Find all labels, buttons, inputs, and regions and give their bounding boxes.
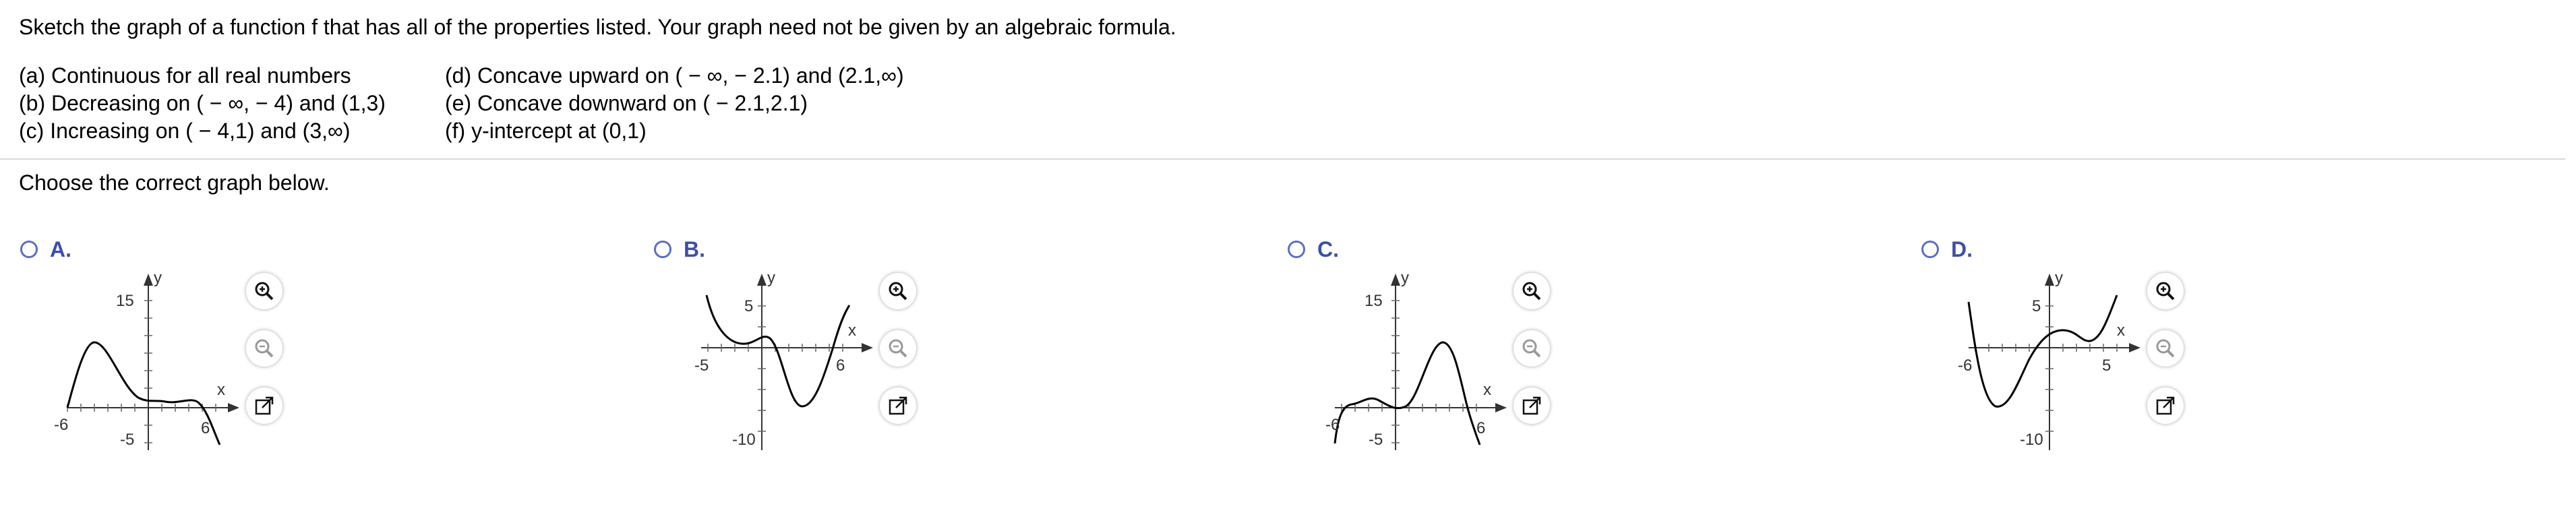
option-a-open-button[interactable] xyxy=(246,387,282,424)
option-a[interactable]: A. xyxy=(20,236,71,263)
option-a-label: A. xyxy=(50,237,71,261)
option-b-open-button[interactable] xyxy=(880,387,916,424)
tick-y-max: 15 xyxy=(1365,292,1383,310)
instruction: Choose the correct graph below. xyxy=(19,170,330,195)
tick-x-min: -6 xyxy=(1958,356,1972,375)
axis-x-label: x xyxy=(848,321,856,340)
property-a: (a) Continuous for all real numbers xyxy=(19,63,351,88)
y-axis-arrow xyxy=(144,274,153,286)
option-c-zoom-in-button[interactable] xyxy=(1514,273,1550,309)
property-f: (f) y-intercept at (0,1) xyxy=(445,119,647,143)
open-external-icon xyxy=(2156,396,2175,415)
zoom-out-icon xyxy=(255,339,274,358)
tick-y-min: -5 xyxy=(120,431,134,449)
axis-x-label: x xyxy=(2117,321,2125,340)
zoom-in-icon xyxy=(1522,282,1541,301)
option-b-curve xyxy=(705,294,851,408)
tick-x-max: 6 xyxy=(201,419,210,437)
zoom-out-icon xyxy=(1522,339,1541,358)
option-a-zoom-in-button[interactable] xyxy=(246,273,282,309)
option-d-curve xyxy=(1967,294,2118,408)
tick-y-min: -10 xyxy=(2020,431,2043,449)
zoom-in-icon xyxy=(2156,282,2175,301)
property-b: (b) Decreasing on ( − ∞, − 4) and (1,3) xyxy=(19,91,386,115)
option-c[interactable]: C. xyxy=(1288,236,1339,263)
zoom-out-icon xyxy=(889,339,907,358)
option-a-curve xyxy=(66,341,221,445)
option-d-radio[interactable] xyxy=(1921,241,1939,258)
zoom-out-icon xyxy=(2156,339,2175,358)
properties-left: (a) Continuous for all real numbers (b) … xyxy=(19,62,386,145)
option-a-radio[interactable] xyxy=(20,241,38,258)
open-external-icon xyxy=(255,396,274,415)
axis-y-label: y xyxy=(2055,269,2063,287)
axis-y-label: y xyxy=(1401,269,1409,287)
option-c-zoom-out-button[interactable] xyxy=(1514,330,1550,367)
option-d[interactable]: D. xyxy=(1921,236,1973,263)
tick-y-min: -10 xyxy=(732,431,756,449)
option-c-open-button[interactable] xyxy=(1514,387,1550,424)
property-c: (c) Increasing on ( − 4,1) and (3,∞) xyxy=(19,119,351,143)
tick-x-max: 5 xyxy=(2102,356,2111,375)
axis-x-label: x xyxy=(1483,381,1491,399)
option-d-zoom-out-button[interactable] xyxy=(2147,330,2184,367)
option-b-zoom-out-button[interactable] xyxy=(880,330,916,367)
open-external-icon xyxy=(889,396,907,415)
option-b-zoom-in-button[interactable] xyxy=(880,273,916,309)
tick-x-min: -6 xyxy=(1325,416,1340,434)
option-c-curve xyxy=(1334,341,1481,445)
axis-y-label: y xyxy=(767,269,775,287)
axis-y-label: y xyxy=(154,269,162,287)
option-d-label: D. xyxy=(1951,237,1973,261)
tick-y-max: 5 xyxy=(2032,297,2041,315)
zoom-in-icon xyxy=(889,282,907,301)
properties-right: (d) Concave upward on ( − ∞, − 2.1) and … xyxy=(445,62,904,145)
tick-y-max: 5 xyxy=(744,297,753,315)
divider xyxy=(0,158,2565,160)
open-external-icon xyxy=(1522,396,1541,415)
tick-x-max: 6 xyxy=(1476,419,1485,437)
tick-y-min: -5 xyxy=(1369,431,1383,449)
option-a-zoom-out-button[interactable] xyxy=(246,330,282,367)
option-c-label: C. xyxy=(1317,237,1339,261)
option-d-zoom-in-button[interactable] xyxy=(2147,273,2184,309)
property-d: (d) Concave upward on ( − ∞, − 2.1) and … xyxy=(445,63,904,88)
tick-x-min: -5 xyxy=(694,356,709,375)
option-a-graph: -6 6 15 -5 x y xyxy=(54,269,239,450)
tick-x-min: -6 xyxy=(54,416,68,434)
x-axis-arrow xyxy=(228,403,239,412)
question-prompt: Sketch the graph of a function f that ha… xyxy=(19,15,1176,39)
option-d-open-button[interactable] xyxy=(2147,387,2184,424)
option-b-label: B. xyxy=(684,237,705,261)
tick-y-max: 15 xyxy=(116,292,134,310)
axis-x-label: x xyxy=(217,381,225,399)
option-b-radio[interactable] xyxy=(654,241,671,258)
tick-x-max: 6 xyxy=(836,356,845,375)
option-b[interactable]: B. xyxy=(654,236,705,263)
option-d-graph: -6 5 5 -10 x y xyxy=(1958,269,2140,450)
zoom-in-icon xyxy=(255,282,274,301)
option-c-radio[interactable] xyxy=(1288,241,1305,258)
option-b-graph: -5 6 5 -10 x y xyxy=(694,269,873,450)
property-e: (e) Concave downward on ( − 2.1,2.1) xyxy=(445,91,808,115)
option-c-graph: -6 6 15 -5 x y xyxy=(1325,269,1507,450)
